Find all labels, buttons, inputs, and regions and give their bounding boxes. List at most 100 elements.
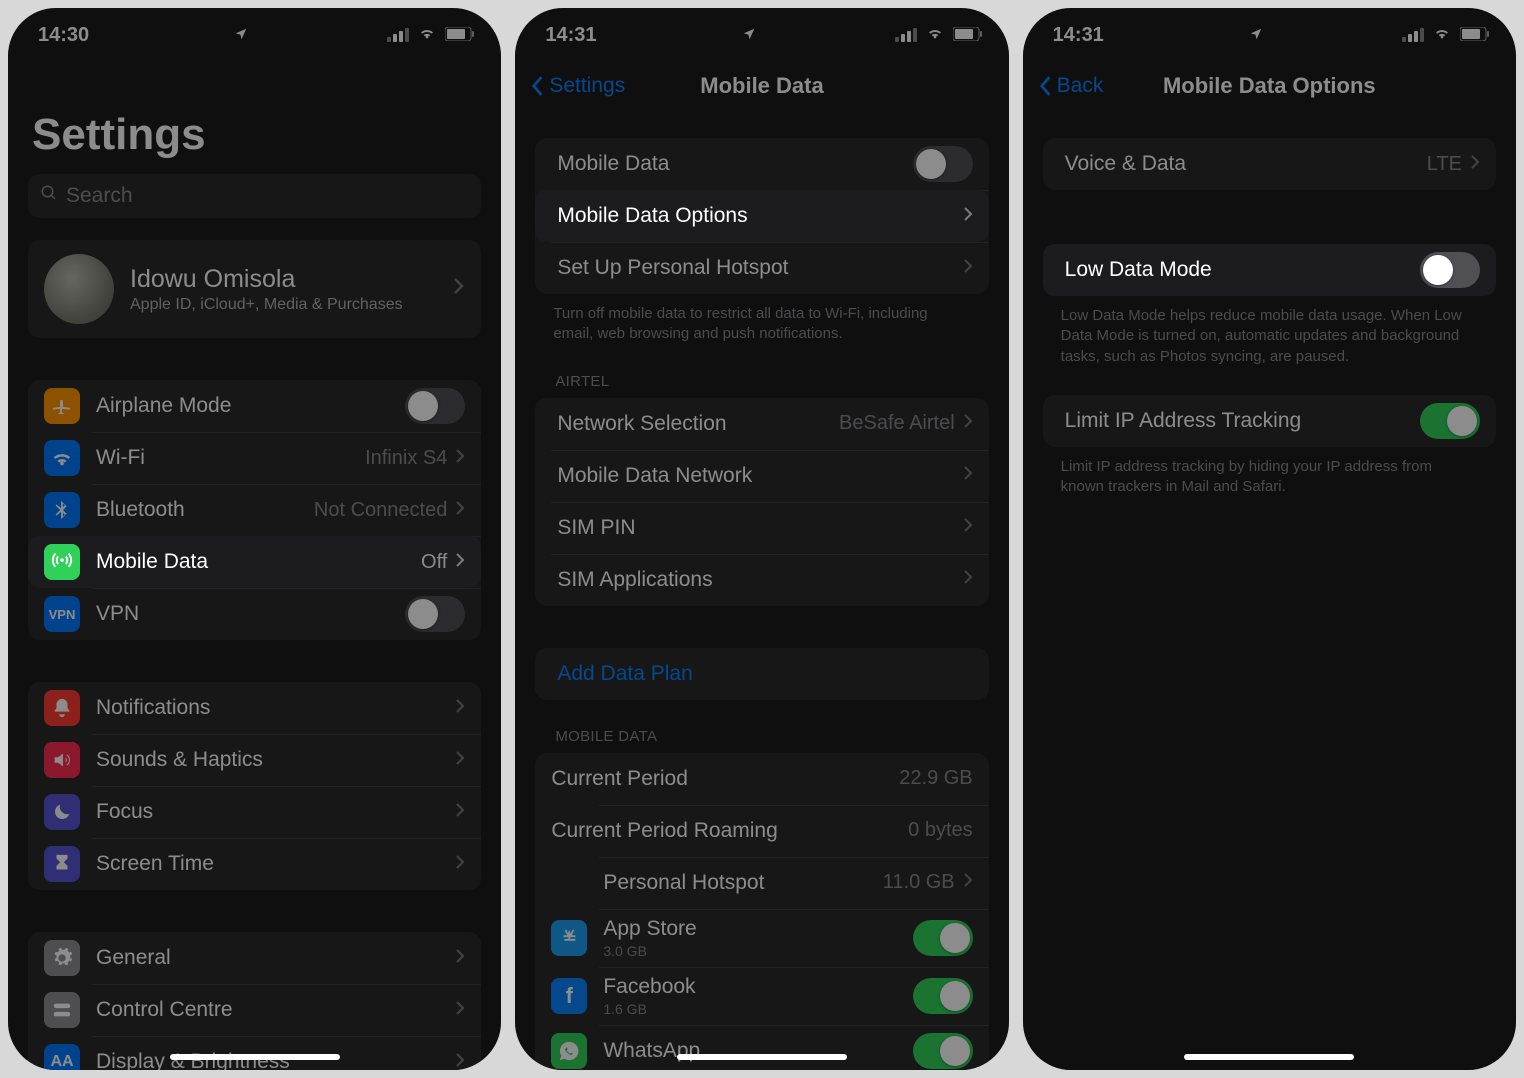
search-input[interactable]: Search <box>28 174 481 218</box>
row-general[interactable]: General <box>28 932 481 984</box>
toggle-lowdata[interactable] <box>1420 252 1480 288</box>
status-bar: 14:30 <box>8 8 501 62</box>
row-label: Airplane Mode <box>96 394 231 418</box>
antenna-icon <box>44 544 80 580</box>
row-limitip[interactable]: Limit IP Address Tracking <box>1043 395 1496 447</box>
back-label: Settings <box>549 74 625 98</box>
toggle-appstore[interactable] <box>913 920 973 956</box>
mobile-data-screen: 14:31 Settings Mobile Data Mobile DataMo… <box>515 8 1008 1070</box>
toggle-vpn[interactable] <box>405 596 465 632</box>
toggle-limitip[interactable] <box>1420 403 1480 439</box>
row-screentime[interactable]: Screen Time <box>28 838 481 890</box>
footer-limit-ip: Limit IP address tracking by hiding your… <box>1061 457 1478 498</box>
row-bluetooth[interactable]: BluetoothNot Connected <box>28 484 481 536</box>
status-time: 14:31 <box>1053 24 1104 47</box>
chevron-right-icon <box>453 277 465 301</box>
row-controlcentre[interactable]: Control Centre <box>28 984 481 1036</box>
row-label: Bluetooth <box>96 498 185 522</box>
row-mobiledata_toggle[interactable]: Mobile Data <box>535 138 988 190</box>
home-indicator[interactable] <box>170 1054 340 1060</box>
row-label: Add Data Plan <box>557 662 692 686</box>
row-label: VPN <box>96 602 139 626</box>
mobile-data-options-screen: 14:31 Back Mobile Data Options Voice & D… <box>1023 8 1516 1070</box>
status-time: 14:30 <box>38 24 89 47</box>
row-mobiledata[interactable]: Mobile Data Off <box>28 536 481 588</box>
row-appstore[interactable]: App Store3.0 GB <box>535 909 988 967</box>
back-button[interactable]: Back <box>1037 62 1104 110</box>
row-label: Sounds & Haptics <box>96 748 263 772</box>
row-focus[interactable]: Focus <box>28 786 481 838</box>
row-label: Focus <box>96 800 153 824</box>
row-detail: Off <box>421 551 447 574</box>
chevron-right-icon <box>963 412 973 435</box>
row-label: Current Period Roaming <box>551 819 777 843</box>
row-detail: LTE <box>1427 153 1462 176</box>
search-icon <box>40 184 58 208</box>
row-label: Mobile Data Network <box>557 464 752 488</box>
row-wifi[interactable]: Wi-FiInfinix S4 <box>28 432 481 484</box>
row-ph[interactable]: Personal Hotspot11.0 GB <box>535 857 988 909</box>
row-simpin[interactable]: SIM PIN <box>535 502 988 554</box>
row-label: Mobile Data <box>96 550 208 574</box>
system-group: General Control Centre AADisplay & Brightn… <box>28 932 481 1070</box>
chevron-right-icon <box>963 205 973 228</box>
apple-id-row[interactable]: Idowu Omisola Apple ID, iCloud+, Media &… <box>28 240 481 338</box>
row-simapps[interactable]: SIM Applications <box>535 554 988 606</box>
chevron-right-icon <box>455 749 465 772</box>
row-label: Notifications <box>96 696 210 720</box>
row-voicedata[interactable]: Voice & Data LTE <box>1043 138 1496 190</box>
page-title: Mobile Data Options <box>1163 73 1376 99</box>
row-label: Current Period <box>551 767 688 791</box>
row-hotspot[interactable]: Set Up Personal Hotspot <box>535 242 988 294</box>
status-bar: 14:31 <box>1023 8 1516 62</box>
page-title: Settings <box>32 110 481 160</box>
row-label: App Store <box>603 917 696 941</box>
row-facebook[interactable]: fFacebook1.6 GB <box>535 967 988 1025</box>
airtel-group: Network SelectionBeSafe Airtel Mobile Dat… <box>535 398 988 606</box>
row-datanetwork[interactable]: Mobile Data Network <box>535 450 988 502</box>
hourglass-icon <box>44 846 80 882</box>
row-display[interactable]: AADisplay & Brightness <box>28 1036 481 1070</box>
airplane-icon <box>44 388 80 424</box>
footer-low-data: Low Data Mode helps reduce mobile data u… <box>1061 306 1478 367</box>
back-button[interactable]: Settings <box>529 62 625 110</box>
row-notifications[interactable]: Notifications <box>28 682 481 734</box>
wifi-icon <box>1432 24 1452 47</box>
row-airplane[interactable]: Airplane Mode <box>28 380 481 432</box>
row-cpr[interactable]: Current Period Roaming 0 bytes <box>535 805 988 857</box>
settings-screen: 14:30 Settings <box>8 8 501 1070</box>
row-mobiledataoptions[interactable]: Mobile Data Options <box>535 190 988 242</box>
chevron-right-icon <box>963 257 973 280</box>
row-label: Screen Time <box>96 852 214 876</box>
toggle-facebook[interactable] <box>913 978 973 1014</box>
battery-icon <box>953 24 983 47</box>
row-label: Voice & Data <box>1065 152 1186 176</box>
status-bar: 14:31 <box>515 8 1008 62</box>
toggle-whatsapp[interactable] <box>913 1033 973 1069</box>
row-networksel[interactable]: Network SelectionBeSafe Airtel <box>535 398 988 450</box>
add-data-plan-group: Add Data Plan <box>535 648 988 700</box>
row-whatsapp[interactable]: WhatsApp <box>535 1025 988 1071</box>
toggle-airplane[interactable] <box>405 388 465 424</box>
chevron-right-icon <box>455 499 465 522</box>
toggle-mobiledata_toggle[interactable] <box>913 146 973 182</box>
highlighted-row[interactable]: Mobile Data Off <box>28 536 481 588</box>
highlighted-row[interactable]: Low Data Mode <box>1043 244 1496 296</box>
highlighted-row[interactable]: Mobile Data Options <box>535 190 988 242</box>
connectivity-group: Airplane Mode Wi-FiInfinix S4BluetoothNot… <box>28 380 481 640</box>
battery-icon <box>1460 24 1490 47</box>
row-sounds[interactable]: Sounds & Haptics <box>28 734 481 786</box>
footer-text: Turn off mobile data to restrict all dat… <box>553 304 970 345</box>
home-indicator[interactable] <box>677 1054 847 1060</box>
group-header-airtel: AIRTEL <box>555 373 984 390</box>
row-detail: 0 bytes <box>908 819 972 842</box>
chevron-right-icon <box>455 1051 465 1071</box>
row-label: Control Centre <box>96 998 233 1022</box>
home-indicator[interactable] <box>1184 1054 1354 1060</box>
chevron-right-icon <box>455 947 465 970</box>
row-adddata[interactable]: Add Data Plan <box>535 648 988 700</box>
whatsapp-icon <box>551 1033 587 1069</box>
row-vpn[interactable]: VPNVPN <box>28 588 481 640</box>
row-lowdata[interactable]: Low Data Mode <box>1043 244 1496 296</box>
row-cp[interactable]: Current Period22.9 GB <box>535 753 988 805</box>
